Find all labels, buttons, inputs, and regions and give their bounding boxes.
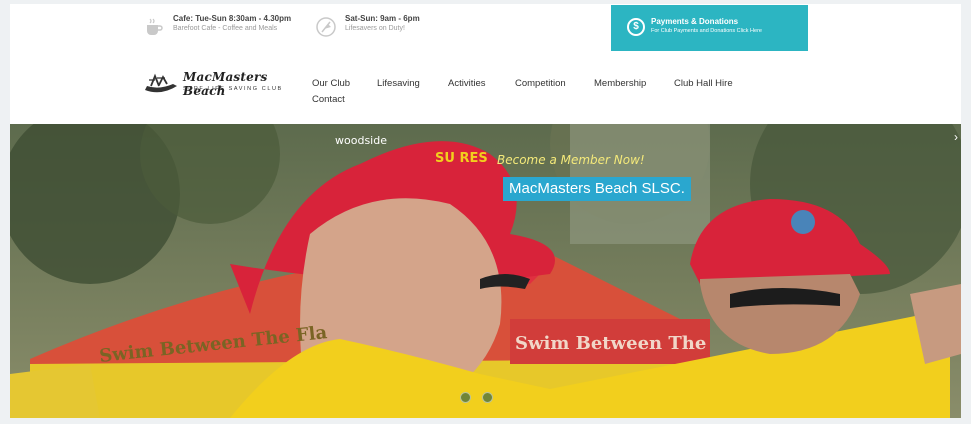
hat-text: SU RES bbox=[435, 151, 488, 166]
hero-tagline: Become a Member Now! bbox=[497, 153, 645, 167]
payments-title: Payments & Donations bbox=[651, 17, 739, 26]
nav-club-hall-hire[interactable]: Club Hall Hire bbox=[674, 78, 733, 89]
nav-contact[interactable]: Contact bbox=[312, 94, 345, 105]
top-info-bar: Cafe: Tue-Sun 8:30am - 4.30pm Barefoot C… bbox=[10, 4, 961, 52]
nav-membership[interactable]: Membership bbox=[594, 78, 646, 89]
club-logo[interactable]: MacMasters Beach SURF LIFE SAVING CLUB bbox=[143, 70, 298, 100]
slider-dot-2[interactable] bbox=[482, 392, 493, 403]
patrol-hours-subtitle: Lifesavers on Duty! bbox=[345, 25, 405, 32]
hero-headline: MacMasters Beach SLSC. bbox=[503, 177, 691, 201]
cafe-hours-title: Cafe: Tue-Sun 8:30am - 4.30pm bbox=[173, 14, 292, 23]
flag-icon bbox=[316, 17, 336, 37]
dollar-coin-icon: $ bbox=[627, 18, 645, 36]
coffee-cup-icon bbox=[147, 18, 163, 35]
hero-photo: Swim Between The Fla Swim Between The wo… bbox=[10, 124, 961, 418]
patrol-hours-title: Sat-Sun: 9am - 6pm bbox=[345, 14, 420, 23]
hero-slider[interactable]: Swim Between The Fla Swim Between The wo… bbox=[10, 124, 961, 418]
payments-subtitle: For Club Payments and Donations Click He… bbox=[651, 28, 762, 34]
club-name: MacMasters Beach bbox=[183, 70, 268, 98]
nav-our-club[interactable]: Our Club bbox=[312, 78, 350, 89]
cafe-hours-subtitle: Barefoot Cafe - Coffee and Meals bbox=[173, 25, 278, 32]
cafe-hours: Cafe: Tue-Sun 8:30am - 4.30pm Barefoot C… bbox=[143, 14, 291, 38]
hat-brand-text: woodside bbox=[335, 134, 387, 147]
banner-text-2: Swim Between The bbox=[515, 333, 706, 354]
club-tagline: SURF LIFE SAVING CLUB bbox=[183, 86, 283, 92]
surf-boat-logo-icon bbox=[145, 73, 177, 93]
payments-donations-button[interactable]: $ Payments & Donations For Club Payments… bbox=[611, 5, 808, 51]
page: Cafe: Tue-Sun 8:30am - 4.30pm Barefoot C… bbox=[10, 4, 961, 418]
nav-activities[interactable]: Activities bbox=[448, 78, 485, 89]
nav-competition[interactable]: Competition bbox=[515, 78, 566, 89]
patrol-hours: Sat-Sun: 9am - 6pm Lifesavers on Duty! bbox=[315, 14, 420, 38]
chevron-right-icon[interactable]: › bbox=[954, 130, 958, 144]
slider-dot-1[interactable] bbox=[460, 392, 471, 403]
nav-lifesaving[interactable]: Lifesaving bbox=[377, 78, 420, 89]
